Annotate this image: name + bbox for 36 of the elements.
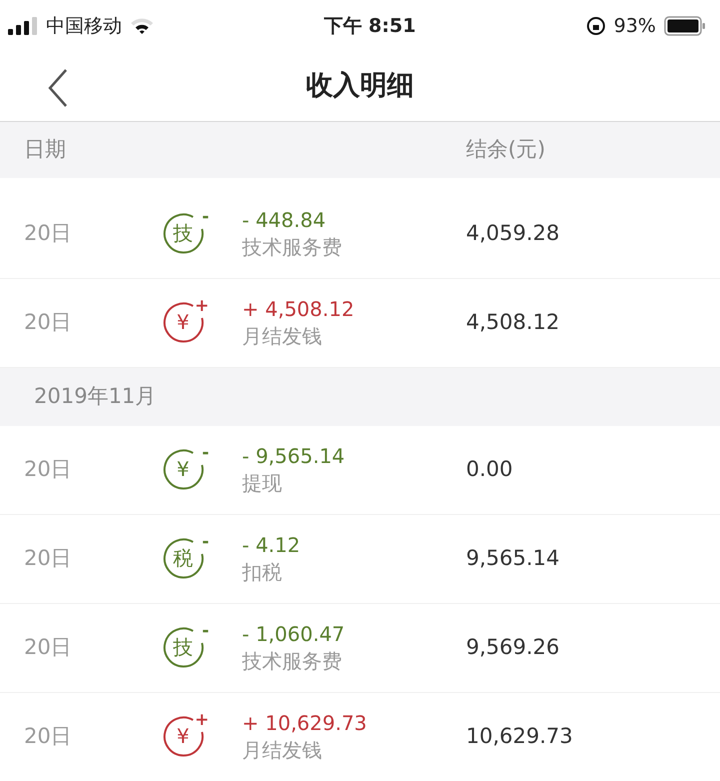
date-text: 20日 xyxy=(24,457,72,482)
date-text: 20日 xyxy=(24,221,72,246)
balance-text: 0.00 xyxy=(466,456,513,484)
column-header: 结余(元) xyxy=(466,136,546,164)
amount-text: - 1,060.47 xyxy=(242,621,346,647)
amount-text: - 4.12 xyxy=(242,532,302,558)
balance-text: 9,569.26 xyxy=(466,634,560,662)
rotation-lock-icon xyxy=(586,16,606,36)
transaction-label: 月结发钱 xyxy=(242,324,322,348)
transaction-label: 技术服务费 xyxy=(242,235,342,259)
wifi-icon xyxy=(130,17,154,35)
battery-percent: 93% xyxy=(614,14,656,39)
battery-icon xyxy=(664,16,706,36)
transaction-label: 扣税 xyxy=(242,560,282,584)
amount-text: + 10,629.73 xyxy=(242,710,368,736)
column-header: 日期 xyxy=(24,137,66,162)
balance-text: 4,059.28 xyxy=(466,220,560,248)
page-title: 收入明细 xyxy=(306,70,414,103)
carrier-name: 中国移动 xyxy=(46,14,122,39)
status-time: 下午 8:51 xyxy=(324,14,416,39)
transaction-label: 技术服务费 xyxy=(242,649,342,673)
date-text: 20日 xyxy=(24,310,72,334)
date-text: 20日 xyxy=(24,724,72,748)
amount-text: + 4,508.12 xyxy=(242,296,356,322)
amount-text: - 448.84 xyxy=(242,207,327,233)
month-label: 2019年11月 xyxy=(34,383,156,410)
date-text: 20日 xyxy=(24,546,72,570)
back-button[interactable] xyxy=(46,68,70,108)
balance-text: 4,508.12 xyxy=(466,309,560,336)
amount-text: - 9,565.14 xyxy=(242,443,346,469)
balance-text: 9,565.14 xyxy=(466,545,560,572)
transaction-label: 月结发钱 xyxy=(242,738,322,762)
signal-icon xyxy=(8,17,38,35)
date-text: 20日 xyxy=(24,635,72,660)
transaction-label: 提现 xyxy=(242,471,282,495)
balance-text: 10,629.73 xyxy=(466,723,573,750)
